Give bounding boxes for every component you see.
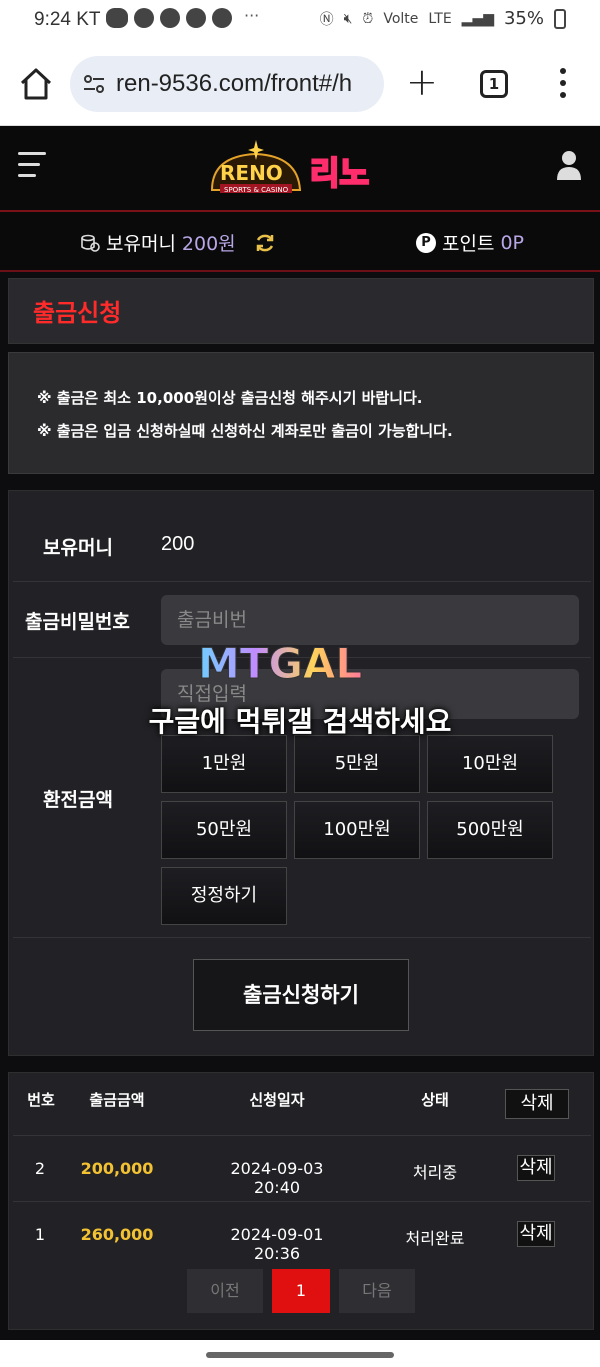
row-delete-button[interactable]: 삭제 bbox=[517, 1155, 555, 1181]
divider bbox=[13, 1201, 591, 1202]
pager-next-button[interactable]: 다음 bbox=[339, 1269, 415, 1313]
password-label: 출금비밀번호 bbox=[25, 611, 130, 633]
divider bbox=[13, 937, 591, 938]
balance-bar: 보유머니 200원 P 포인트 0P bbox=[0, 212, 600, 272]
amount-button-500k[interactable]: 50만원 bbox=[161, 801, 287, 859]
system-icons: Ⓝ 🔇︎ ⏰︎ Volte LTE ▂▄▆ 35% bbox=[320, 8, 566, 29]
point-label: 포인트 bbox=[442, 233, 495, 255]
row-delete-button[interactable]: 삭제 bbox=[517, 1221, 555, 1247]
balance-value: 200 bbox=[161, 533, 195, 555]
amount-button-10k[interactable]: 1만원 bbox=[161, 735, 287, 793]
reset-amount-button[interactable]: 정정하기 bbox=[161, 867, 287, 925]
talk-icon bbox=[106, 8, 128, 28]
url-text[interactable]: ren-9536.com/front#/h bbox=[116, 70, 374, 98]
notification-icons bbox=[106, 8, 232, 28]
row-date: 2024-09-01 20:36 bbox=[230, 1225, 324, 1263]
divider bbox=[13, 1135, 591, 1136]
watermark-logo: MTGAL bbox=[198, 639, 363, 687]
battery-icon bbox=[554, 8, 566, 29]
money-info: 보유머니 200원 bbox=[80, 229, 276, 256]
volte-icon: Volte bbox=[383, 10, 419, 27]
battery-percent: 35% bbox=[503, 8, 544, 29]
watermark-text: 구글에 먹튀갤 검색하세요 bbox=[148, 705, 452, 738]
money-value: 200원 bbox=[181, 233, 236, 255]
column-header-amount: 출금금액 bbox=[89, 1091, 145, 1109]
row-no: 2 bbox=[34, 1159, 46, 1178]
notice-line: ※ 출금은 입금 신청하실때 신청하신 계좌로만 출금이 가능합니다. bbox=[37, 422, 453, 440]
alarm-icon: ⏰︎ bbox=[362, 10, 374, 27]
home-gesture-pill[interactable] bbox=[206, 1352, 394, 1358]
amount-label: 환전금액 bbox=[43, 789, 113, 811]
lte-icon: LTE bbox=[428, 10, 452, 27]
row-amount: 200,000 bbox=[80, 1159, 154, 1178]
pager-prev-button[interactable]: 이전 bbox=[187, 1269, 263, 1313]
tab-switcher-button[interactable]: 1 bbox=[480, 70, 508, 98]
row-date: 2024-09-03 20:40 bbox=[230, 1159, 324, 1197]
pager-page-1[interactable]: 1 bbox=[272, 1269, 330, 1313]
balance-label: 보유머니 bbox=[43, 537, 113, 559]
chrome-icon bbox=[134, 8, 154, 28]
delete-all-button[interactable]: 삭제 bbox=[505, 1089, 569, 1119]
withdraw-history-table: 번호 출금금액 신청일자 상태 삭제 2 200,000 2024-09-03 … bbox=[8, 1072, 594, 1330]
amount-button-100k[interactable]: 10만원 bbox=[427, 735, 553, 793]
chrome-icon bbox=[160, 8, 180, 28]
row-amount: 260,000 bbox=[80, 1225, 154, 1244]
new-tab-icon[interactable]: + bbox=[406, 63, 438, 101]
site-header: RENO SPORTS & CASINO 리노 bbox=[0, 126, 600, 212]
row-status: 처리완료 bbox=[405, 1229, 465, 1248]
gesture-bar bbox=[0, 1340, 600, 1367]
column-header-status: 상태 bbox=[421, 1091, 449, 1109]
watermark-logo-text: MTGAL bbox=[198, 639, 362, 686]
point-icon: P bbox=[416, 232, 436, 253]
site-settings-icon[interactable] bbox=[82, 72, 106, 96]
point-info: P 포인트 0P bbox=[416, 229, 524, 256]
logo-sub: SPORTS & CASINO bbox=[224, 186, 289, 194]
chrome-icon bbox=[186, 8, 206, 28]
nfc-icon: Ⓝ bbox=[319, 11, 334, 28]
hamburger-menu-icon[interactable] bbox=[18, 152, 46, 185]
row-no: 1 bbox=[34, 1225, 46, 1244]
menu-kebab-icon[interactable] bbox=[560, 68, 568, 100]
browser-toolbar: ren-9536.com/front#/h + 1 bbox=[0, 44, 600, 126]
home-icon[interactable] bbox=[18, 66, 54, 102]
address-bar[interactable]: ren-9536.com/front#/h bbox=[70, 56, 384, 112]
refresh-icon[interactable] bbox=[254, 232, 276, 254]
amount-button-5m[interactable]: 500만원 bbox=[427, 801, 553, 859]
amount-button-1m[interactable]: 100만원 bbox=[294, 801, 420, 859]
coin-stack-icon bbox=[81, 234, 100, 252]
signal-icon: ▂▄▆ bbox=[461, 10, 494, 27]
notice-panel: ※ 출금은 최소 10,000원이상 출금신청 해주시기 바랍니다. ※ 출금은… bbox=[8, 352, 594, 474]
chrome-icon bbox=[212, 8, 232, 28]
status-bar: 9:24 KT ··· Ⓝ 🔇︎ ⏰︎ Volte LTE ▂▄▆ 35% bbox=[0, 0, 600, 44]
withdraw-form: 보유머니 200 출금비밀번호 환전금액 1만원 5만원 10만원 50만원 1… bbox=[8, 490, 594, 1056]
column-header-date: 신청일자 bbox=[249, 1091, 305, 1109]
notice-line: ※ 출금은 최소 10,000원이상 출금신청 해주시기 바랍니다. bbox=[37, 389, 423, 407]
page-title-panel: 출금신청 bbox=[8, 278, 594, 344]
divider bbox=[13, 581, 591, 582]
site-logo[interactable]: RENO SPORTS & CASINO 리노 bbox=[206, 138, 396, 202]
money-label: 보유머니 bbox=[106, 233, 176, 255]
mute-icon: 🔇︎ bbox=[343, 10, 353, 27]
page-title: 출금신청 bbox=[33, 299, 122, 327]
more-notifications-icon: ··· bbox=[244, 6, 260, 25]
status-time: 9:24 KT bbox=[34, 9, 101, 30]
column-header-no: 번호 bbox=[27, 1091, 55, 1109]
submit-withdraw-button[interactable]: 출금신청하기 bbox=[193, 959, 409, 1031]
user-icon[interactable] bbox=[556, 150, 582, 180]
amount-button-50k[interactable]: 5만원 bbox=[294, 735, 420, 793]
logo-text: RENO bbox=[220, 161, 283, 185]
row-status: 처리중 bbox=[412, 1163, 458, 1182]
logo-korean: 리노 bbox=[310, 154, 369, 192]
point-value: 0P bbox=[500, 231, 524, 254]
